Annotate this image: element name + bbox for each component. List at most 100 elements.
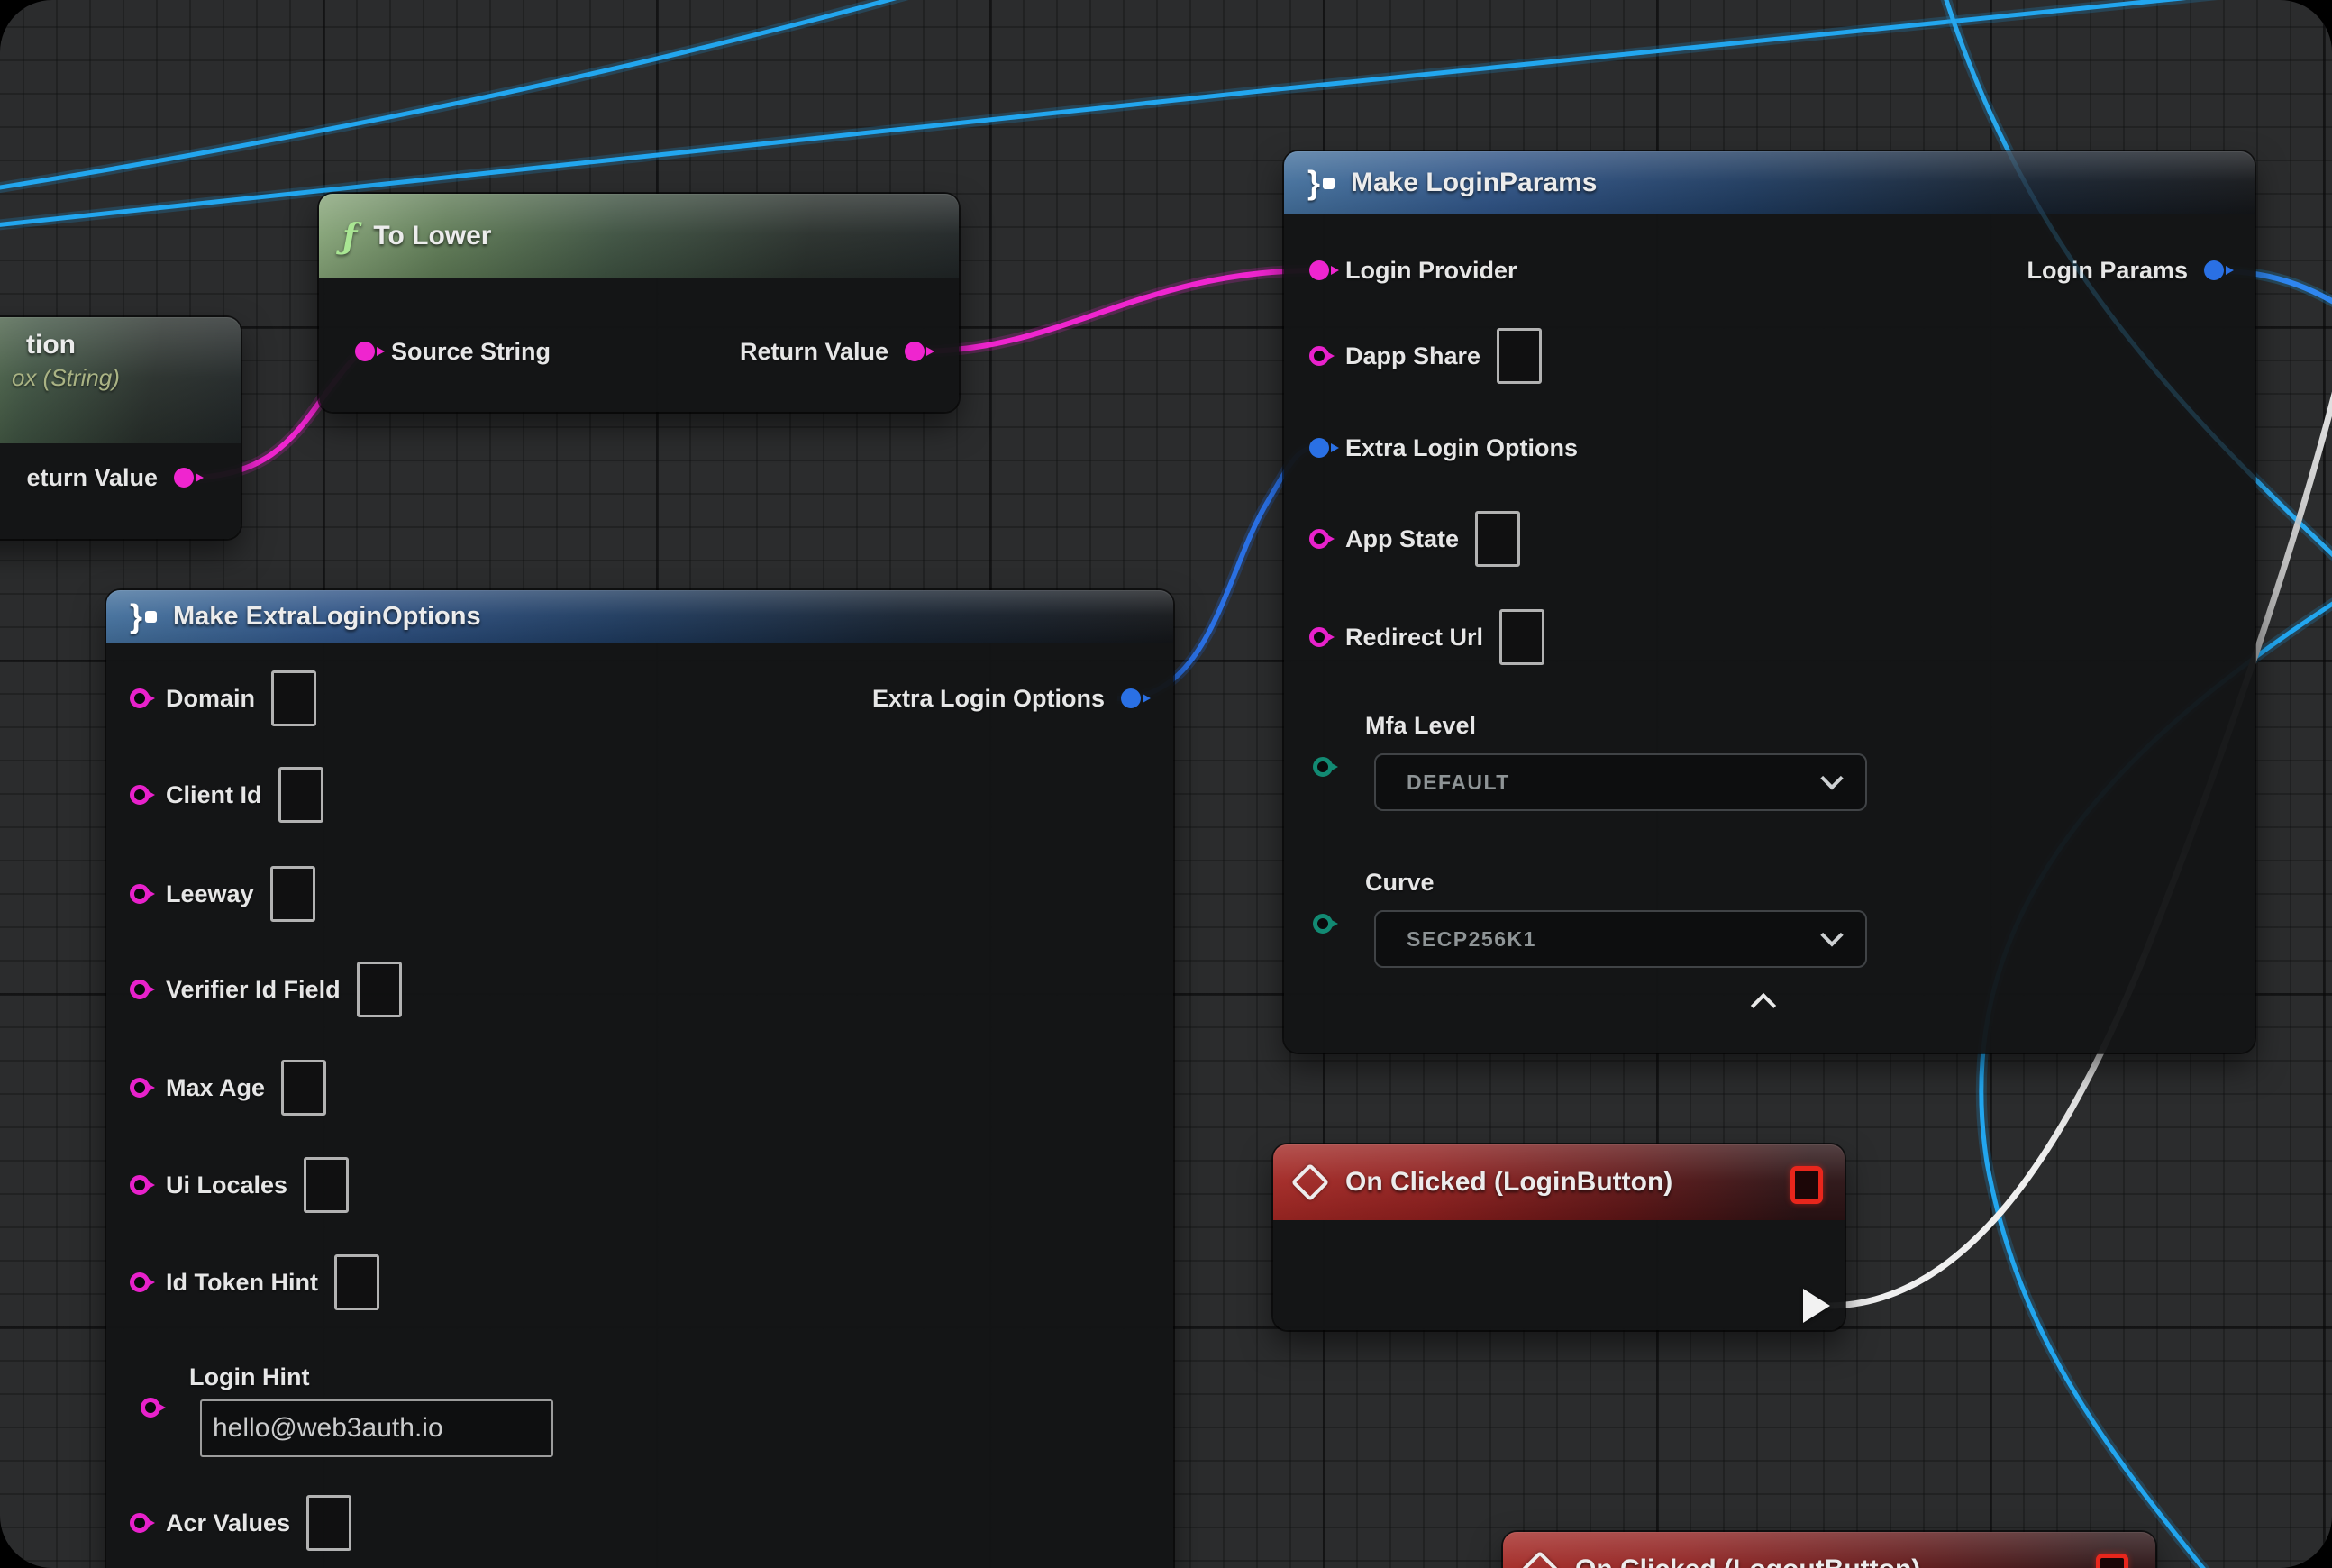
- wire-blue-a: [0, 0, 969, 191]
- pin-label: Domain: [166, 685, 255, 713]
- node-title: Make LoginParams: [1351, 168, 1597, 198]
- string-input-pin[interactable]: [1309, 529, 1329, 549]
- node-header[interactable]: } Make ExtraLoginOptions: [106, 590, 1173, 643]
- pin-label: Acr Values: [166, 1509, 290, 1537]
- string-input-pin[interactable]: [141, 1398, 160, 1418]
- string-input-pin[interactable]: [130, 1513, 150, 1533]
- node-title: On Clicked (LoginButton): [1345, 1167, 1672, 1198]
- string-output-pin[interactable]: [174, 468, 194, 488]
- string-input-pin[interactable]: [130, 980, 150, 999]
- value-input-box[interactable]: [357, 962, 402, 1017]
- pin-label: Max Age: [166, 1074, 265, 1102]
- enum-input-pin[interactable]: [1313, 914, 1333, 934]
- pin-label: Extra Login Options: [1345, 434, 1578, 462]
- string-output-pin[interactable]: [905, 342, 925, 361]
- exec-output-pin[interactable]: [1803, 1289, 1830, 1323]
- node-on-clicked-logout-button[interactable]: On Clicked (LogoutButton): [1503, 1532, 2155, 1568]
- node-header[interactable]: } Make LoginParams: [1284, 151, 2255, 214]
- function-icon: ƒ: [342, 219, 357, 253]
- pin-label: eturn Value: [26, 464, 158, 492]
- value-input-box[interactable]: [304, 1157, 349, 1213]
- blueprint-graph-canvas[interactable]: tion ox (String) eturn Value ƒ To Lower …: [0, 0, 2332, 1568]
- struct-output-pin[interactable]: [1121, 688, 1141, 708]
- pin-label: Source String: [391, 338, 551, 366]
- node-title: tion: [26, 330, 76, 360]
- wire-magenta-2: [913, 270, 1317, 351]
- mfa-level-dropdown[interactable]: DEFAULT: [1374, 753, 1867, 811]
- pin-row-max-age: Max Age: [130, 1061, 326, 1115]
- string-input-pin[interactable]: [130, 785, 150, 805]
- string-input-pin[interactable]: [130, 884, 150, 904]
- curve-value: SECP256K1: [1407, 927, 1536, 952]
- node-make-login-params[interactable]: } Make LoginParams Login Provider Login …: [1284, 151, 2255, 1053]
- event-diamond-icon: [1291, 1163, 1329, 1201]
- pin-row-client-id: Client Id: [130, 768, 323, 822]
- pin-row-return-value: Return Value: [740, 324, 925, 378]
- pin-label: Leeway: [166, 880, 254, 908]
- value-input-box[interactable]: [306, 1495, 351, 1551]
- value-input-box[interactable]: [1499, 609, 1544, 665]
- pin-row-extra-login-options-in: Extra Login Options: [1309, 421, 1578, 475]
- pin-label: Redirect Url: [1345, 624, 1483, 652]
- value-input-box[interactable]: [334, 1254, 379, 1310]
- event-diamond-icon: [1521, 1551, 1559, 1568]
- collapse-chevron-icon[interactable]: [1751, 993, 1776, 1018]
- string-input-pin[interactable]: [1309, 260, 1329, 280]
- pin-row-login-params-out: Login Params: [2027, 243, 2224, 297]
- pin-row-extra-login-options-out: Extra Login Options: [872, 671, 1141, 725]
- pin-label: Client Id: [166, 781, 262, 809]
- value-input-box[interactable]: [281, 1060, 326, 1116]
- node-title: To Lower: [373, 221, 491, 251]
- node-header[interactable]: tion ox (String): [0, 317, 241, 443]
- string-input-pin[interactable]: [130, 1078, 150, 1098]
- value-input-box[interactable]: [271, 670, 316, 726]
- node-title: On Clicked (LogoutButton): [1575, 1554, 1920, 1568]
- pin-row-login-provider: Login Provider: [1309, 243, 1517, 297]
- struct-input-pin[interactable]: [1309, 438, 1329, 458]
- pin-row-ui-locales: Ui Locales: [130, 1158, 349, 1212]
- pin-row-domain: Domain: [130, 671, 316, 725]
- pin-label: Extra Login Options: [872, 685, 1105, 713]
- pin-label: Dapp Share: [1345, 342, 1480, 370]
- value-input-box[interactable]: [270, 866, 315, 922]
- make-struct-icon: }: [130, 600, 157, 633]
- string-input-pin[interactable]: [130, 688, 150, 708]
- node-to-lower[interactable]: ƒ To Lower Source String Return Value: [319, 194, 959, 412]
- string-input-pin[interactable]: [130, 1175, 150, 1195]
- login-hint-input[interactable]: [200, 1399, 553, 1457]
- struct-output-pin[interactable]: [2204, 260, 2224, 280]
- pin-row-leeway: Leeway: [130, 867, 315, 921]
- pin-row-dapp-share: Dapp Share: [1309, 329, 1542, 383]
- string-input-pin[interactable]: [355, 342, 375, 361]
- event-bind-icon[interactable]: [1790, 1166, 1823, 1204]
- value-input-box[interactable]: [1475, 511, 1520, 567]
- pin-label-mfa-level: Mfa Level: [1365, 712, 1476, 740]
- value-input-box[interactable]: [278, 767, 323, 823]
- mfa-level-value: DEFAULT: [1407, 770, 1510, 795]
- pin-row-return-value: eturn Value: [26, 451, 194, 505]
- node-on-clicked-login-button[interactable]: On Clicked (LoginButton): [1273, 1144, 1845, 1330]
- enum-input-pin[interactable]: [1313, 757, 1333, 777]
- string-input-pin[interactable]: [130, 1272, 150, 1292]
- pin-row-redirect-url: Redirect Url: [1309, 610, 1544, 664]
- string-input-pin[interactable]: [1309, 346, 1329, 366]
- value-input-box[interactable]: [1497, 328, 1542, 384]
- wire-magenta-2-glow: [913, 270, 1317, 351]
- pin-row-app-state: App State: [1309, 512, 1520, 566]
- pin-label: Id Token Hint: [166, 1269, 318, 1297]
- curve-dropdown[interactable]: SECP256K1: [1374, 910, 1867, 968]
- event-bind-icon[interactable]: [2096, 1554, 2128, 1568]
- node-header[interactable]: ƒ To Lower: [319, 194, 959, 278]
- pin-row-verifier-id-field: Verifier Id Field: [130, 962, 402, 1016]
- node-header[interactable]: On Clicked (LogoutButton): [1503, 1532, 2155, 1568]
- node-partial-function[interactable]: tion ox (String) eturn Value: [0, 317, 241, 539]
- node-make-extra-login-options[interactable]: } Make ExtraLoginOptions Domain Extra Lo…: [106, 590, 1173, 1568]
- pin-label-curve: Curve: [1365, 869, 1435, 897]
- make-struct-icon: }: [1307, 167, 1335, 199]
- node-header[interactable]: On Clicked (LoginButton): [1273, 1144, 1845, 1220]
- node-title: Make ExtraLoginOptions: [173, 602, 481, 632]
- pin-label: App State: [1345, 525, 1459, 553]
- pin-label: Login Params: [2027, 257, 2188, 285]
- pin-label: Verifier Id Field: [166, 976, 341, 1004]
- string-input-pin[interactable]: [1309, 627, 1329, 647]
